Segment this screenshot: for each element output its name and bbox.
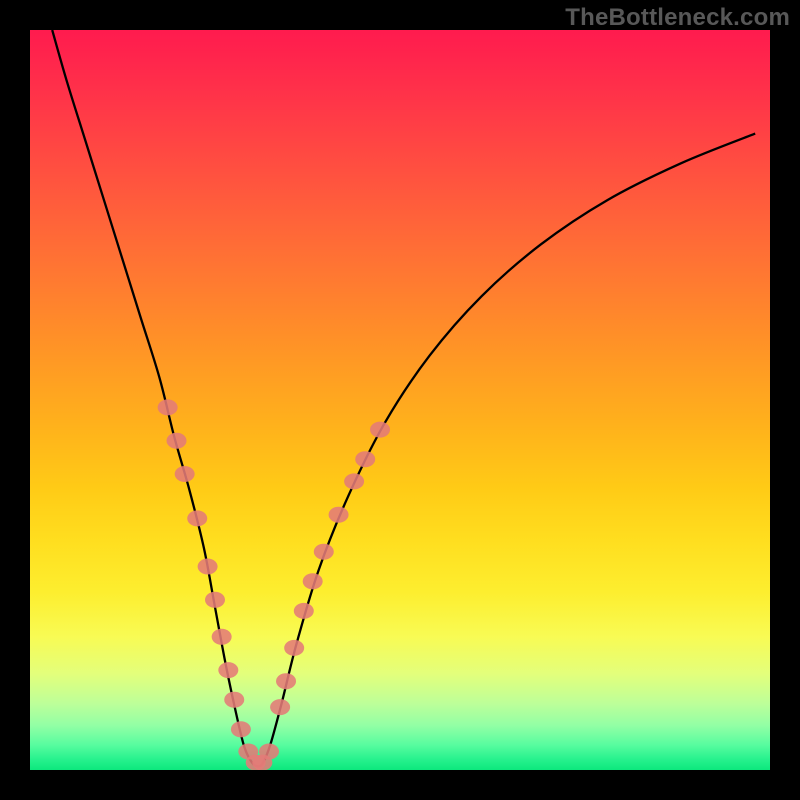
- data-marker: [259, 744, 279, 760]
- data-marker: [198, 559, 218, 575]
- chart-plot: [30, 30, 770, 770]
- data-marker: [270, 699, 290, 715]
- data-marker: [370, 422, 390, 438]
- data-marker: [314, 544, 334, 560]
- data-marker: [167, 433, 187, 449]
- data-marker: [187, 510, 207, 526]
- bottleneck-chart: [30, 30, 770, 770]
- data-marker: [303, 573, 323, 589]
- chart-frame: TheBottleneck.com: [0, 0, 800, 800]
- data-marker: [355, 451, 375, 467]
- data-marker: [205, 592, 225, 608]
- data-marker: [344, 473, 364, 489]
- data-marker: [294, 603, 314, 619]
- data-marker: [218, 662, 238, 678]
- data-marker: [276, 673, 296, 689]
- data-marker: [231, 721, 251, 737]
- data-marker: [224, 692, 244, 708]
- watermark-text: TheBottleneck.com: [565, 4, 790, 32]
- data-marker: [284, 640, 304, 656]
- data-marker: [158, 399, 178, 415]
- data-marker: [212, 629, 232, 645]
- data-marker: [329, 507, 349, 523]
- data-marker: [175, 466, 195, 482]
